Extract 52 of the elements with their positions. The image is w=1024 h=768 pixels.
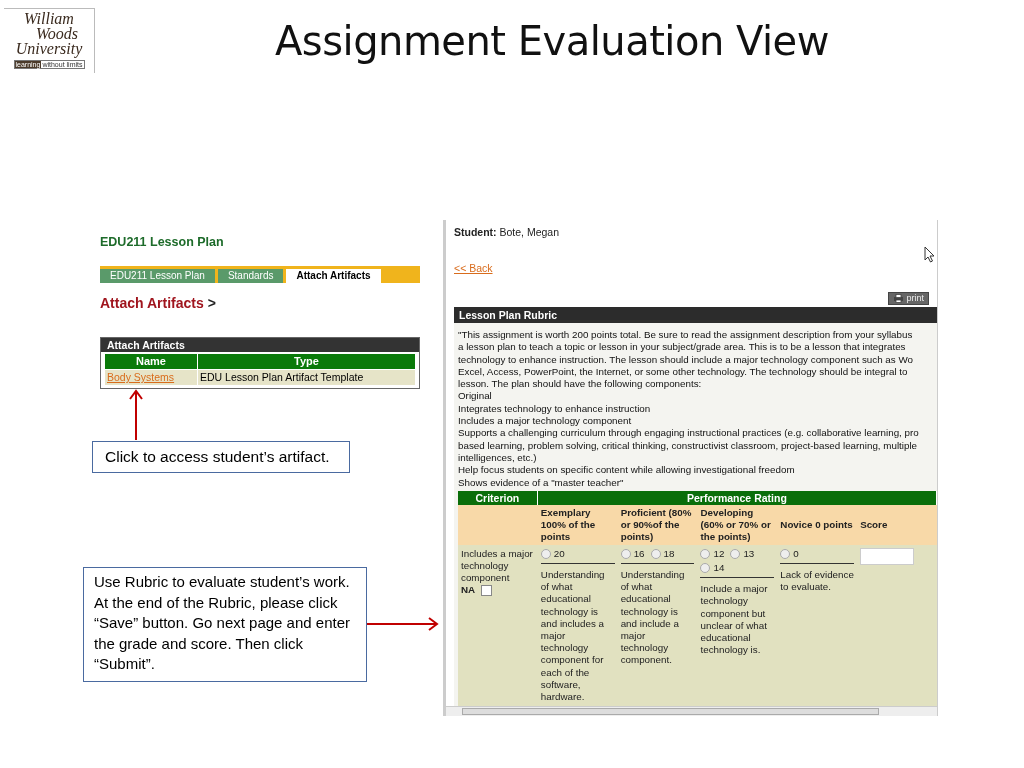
option-value: 20 [553,547,565,561]
arrow [367,617,439,632]
printer-icon [893,294,905,303]
option-value: 13 [743,547,755,561]
tab[interactable]: Attach Artifacts [286,269,381,283]
level-header: Novice 0 points [777,504,858,545]
rating-description: Understanding of what educational technology is and includes a major technology component for each of the software, hardware. [540,569,606,704]
callout: Use Rubric to evaluate student’s work. At the end of the Rubric, please click “Save” button. Go next page and enter the grade and score. Then click “Submit”. [83,567,367,682]
radio-button[interactable] [730,548,741,559]
slide-title: Assignment Evaluation View [275,18,829,64]
callout: Click to access student’s artifact. [92,441,350,473]
horizontal-scrollbar[interactable] [446,706,937,716]
radio-button[interactable] [650,548,661,559]
level-header: Proficient (80% or 90%of the points) [617,504,698,545]
criterion-text: Includes a major technology component [461,547,534,585]
option-value: 12 [713,547,725,561]
option-value: 16 [633,547,645,561]
score-field[interactable] [860,547,915,565]
option-value: 0 [793,547,799,561]
back-link[interactable]: << Back [454,262,493,274]
level-header: Developing (60% or 70% or the points) [697,504,778,545]
rating-description: Lack of evidence to evaluate. [780,569,855,594]
cursor-icon [924,246,935,263]
radio-button[interactable] [620,548,631,559]
column-header: Type [198,354,415,369]
radio-button[interactable] [700,563,711,574]
table-cell: EDU Lesson Plan Artifact Template [198,370,415,385]
rubric-description: "This assignment is worth 200 points total. Be sure to read the assignment description from your syllabus a lesson plan to teach a topic or lesson in your subject/grade area. This is to be a lesson that integrates technology to enhance instruction. The lesson should include a major technology component such as Wo Excel, Access, PowerPoint, the Internet, or some other technology. The technology should be integral to lesson. The plan should have the following components: Original Integrates technology to enhance instruction Includes a major technology component Supports a challenging curriculum through engaging instructional practices (e.g. collaborative learning, pro based learning, problem solving, critical thinking, constructivist classroom, project-based learning, multiple intelligences, etc.) Help focus students on specific content while allowing investigational freedom Shows evidence of a "master teacher" [458,329,920,489]
print-button[interactable]: print [888,292,929,305]
radio-button[interactable] [700,548,711,559]
score-header: Score [857,504,937,545]
column-header: Performance Rating [537,490,937,505]
course-heading: EDU211 Lesson Plan [100,235,225,249]
option-value: 14 [713,562,725,575]
rubric-title: Lesson Plan Rubric [454,307,937,323]
student-name: Student: Bote, Megan [454,226,561,238]
tab[interactable]: EDU211 Lesson Plan [100,269,215,283]
rating-description: Understanding of what educational technology is and include a major technology component. [620,569,686,667]
radio-button[interactable] [780,548,791,559]
column-header: Criterion [458,490,538,505]
tab[interactable]: Standards [217,269,284,283]
na-label: NA [461,584,476,597]
section-title: Attach Artifacts [100,295,204,311]
rating-description: Include a major technology component but unclear of what educational technology is. [700,583,769,657]
level-header: Exemplary 100% of the points [537,504,618,545]
na-checkbox[interactable] [481,585,493,597]
arrow [129,389,143,441]
table-caption: Attach Artifacts [101,338,419,352]
option-value: 18 [663,547,675,561]
radio-button[interactable] [540,548,551,559]
breadcrumb-arrow: > [207,295,216,311]
column-header: Name [105,354,197,369]
